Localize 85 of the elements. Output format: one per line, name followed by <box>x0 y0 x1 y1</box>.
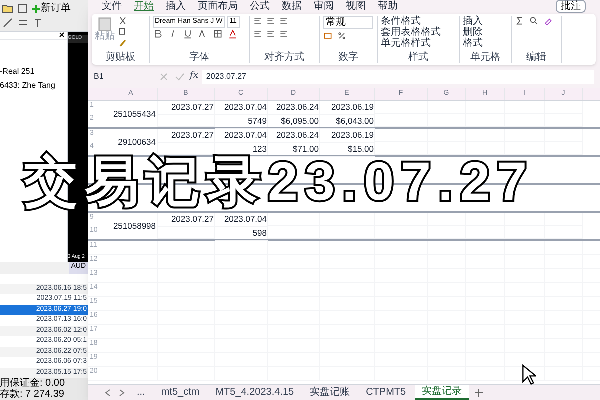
table-cell: 2023.07.27 <box>158 213 215 227</box>
new-order-button[interactable]: 新订单 <box>32 4 71 14</box>
sheet-tab[interactable]: CTPMT5 <box>359 386 414 399</box>
window-icon[interactable] <box>17 3 29 15</box>
font-color-icon[interactable] <box>228 29 238 39</box>
search-icon[interactable] <box>529 16 539 26</box>
table-cell: 2023.07.04 <box>215 101 268 115</box>
style-menu-button[interactable]: 条件格式 <box>381 16 441 27</box>
table-cell: $15.00 <box>320 142 375 156</box>
cells-menu-button[interactable]: 插入 <box>463 16 483 27</box>
table-cell: 2023.07.27 <box>158 101 215 115</box>
table-cell: 2023.07.04 <box>215 129 268 143</box>
table-cell: 251058998 <box>105 213 158 239</box>
ribbon-tab[interactable]: 视图 <box>346 0 366 12</box>
table-cell: 2023.06.24 <box>268 101 320 115</box>
align-icon[interactable] <box>279 16 289 26</box>
table-cell: 251055434 <box>105 101 158 127</box>
ribbon-tab[interactable]: 开始 <box>134 0 154 12</box>
align-icon[interactable] <box>266 16 276 26</box>
ribbon-tab[interactable]: 插入 <box>166 0 186 12</box>
group-label: 数字 <box>338 52 360 63</box>
bold-icon[interactable] <box>153 29 163 39</box>
align-icon[interactable] <box>266 29 276 39</box>
scissors-icon[interactable] <box>118 16 128 26</box>
ribbon-tab[interactable]: 数据 <box>282 0 302 12</box>
plus-icon <box>32 5 40 13</box>
style-menu-button[interactable]: 单元格样式 <box>381 38 441 49</box>
group-label: 编辑 <box>526 52 548 63</box>
formula-field[interactable]: 2023.07.27 <box>202 70 594 84</box>
function-button[interactable]: fx <box>190 70 198 84</box>
sheet-tab[interactable]: 实盘记录 <box>415 385 470 400</box>
sheet-tab[interactable]: MT5_4.2023.4.15 <box>208 386 302 399</box>
table-cell: 5749 <box>215 114 268 128</box>
underline-icon[interactable] <box>183 29 193 39</box>
grow-font-icon[interactable] <box>198 29 208 39</box>
scroll-left-icon[interactable] <box>105 388 111 396</box>
currency-icon[interactable] <box>323 31 333 41</box>
ribbon-tab[interactable]: 帮助 <box>378 0 398 12</box>
comment-button[interactable]: 批注 <box>556 0 586 13</box>
group-label: 样式 <box>408 52 430 63</box>
sheet-tab[interactable]: 实盘记账 <box>303 386 358 399</box>
ribbon-tab[interactable]: 审阅 <box>314 0 334 12</box>
style-menu-button[interactable]: 套用表格格式 <box>381 27 441 38</box>
brush-icon[interactable] <box>118 38 128 48</box>
text-icon[interactable] <box>32 17 44 29</box>
close-icon[interactable] <box>59 32 65 38</box>
table-cell: 2023.06.19 <box>320 129 375 143</box>
name-box[interactable]: B1 <box>94 70 154 82</box>
table-cell: 2023.06.24 <box>268 129 320 143</box>
table-cell: $6,095.00 <box>268 114 320 128</box>
percent-icon[interactable] <box>337 31 347 41</box>
account-label: 6433: Zhe Tang <box>0 80 56 92</box>
group-label: 对齐方式 <box>264 52 306 63</box>
table-cell: $6,043.00 <box>320 114 375 128</box>
copy-icon[interactable] <box>118 27 128 37</box>
number-format-dropdown[interactable]: 常规 <box>323 16 373 29</box>
ribbon-tab[interactable]: 文件 <box>102 0 122 12</box>
group-label: 单元格 <box>470 52 502 63</box>
align-icon[interactable] <box>253 16 263 26</box>
folder-icon[interactable] <box>2 3 14 15</box>
sheet-tab[interactable]: mt5_ctm <box>154 386 207 399</box>
border-icon[interactable] <box>213 29 223 39</box>
align-icon[interactable] <box>279 29 289 39</box>
group-label: 剪贴板 <box>104 52 136 63</box>
align-icon[interactable] <box>253 29 263 39</box>
clipboard-icon <box>98 16 112 32</box>
table-cell: 2023.06.19 <box>320 101 375 115</box>
table-cell: $71.00 <box>268 142 320 156</box>
table-cell: 2023.07.04 <box>215 213 268 227</box>
ribbon-tab[interactable]: 公式 <box>250 0 270 12</box>
account-label: -Real 251 <box>0 66 36 78</box>
cells-menu-button[interactable]: 删除 <box>463 27 483 38</box>
add-sheet-icon[interactable] <box>475 388 484 396</box>
scroll-right-icon[interactable] <box>119 388 125 396</box>
ribbon-tab[interactable]: 页面布局 <box>198 0 238 12</box>
sum-icon[interactable] <box>515 16 525 26</box>
eraser-icon[interactable] <box>543 16 553 26</box>
pencil-icon[interactable] <box>2 17 14 29</box>
table-cell: 2023.07.27 <box>158 129 215 143</box>
cells-menu-button[interactable]: 格式 <box>463 38 483 49</box>
status-text: 用保证金: 0.00 <box>0 378 66 389</box>
sheet-tab[interactable]: ... <box>130 386 152 399</box>
group-label: 字体 <box>188 52 210 63</box>
table-cell: 598 <box>215 226 268 240</box>
status-text: 存款: 7 274.39 <box>0 389 66 400</box>
